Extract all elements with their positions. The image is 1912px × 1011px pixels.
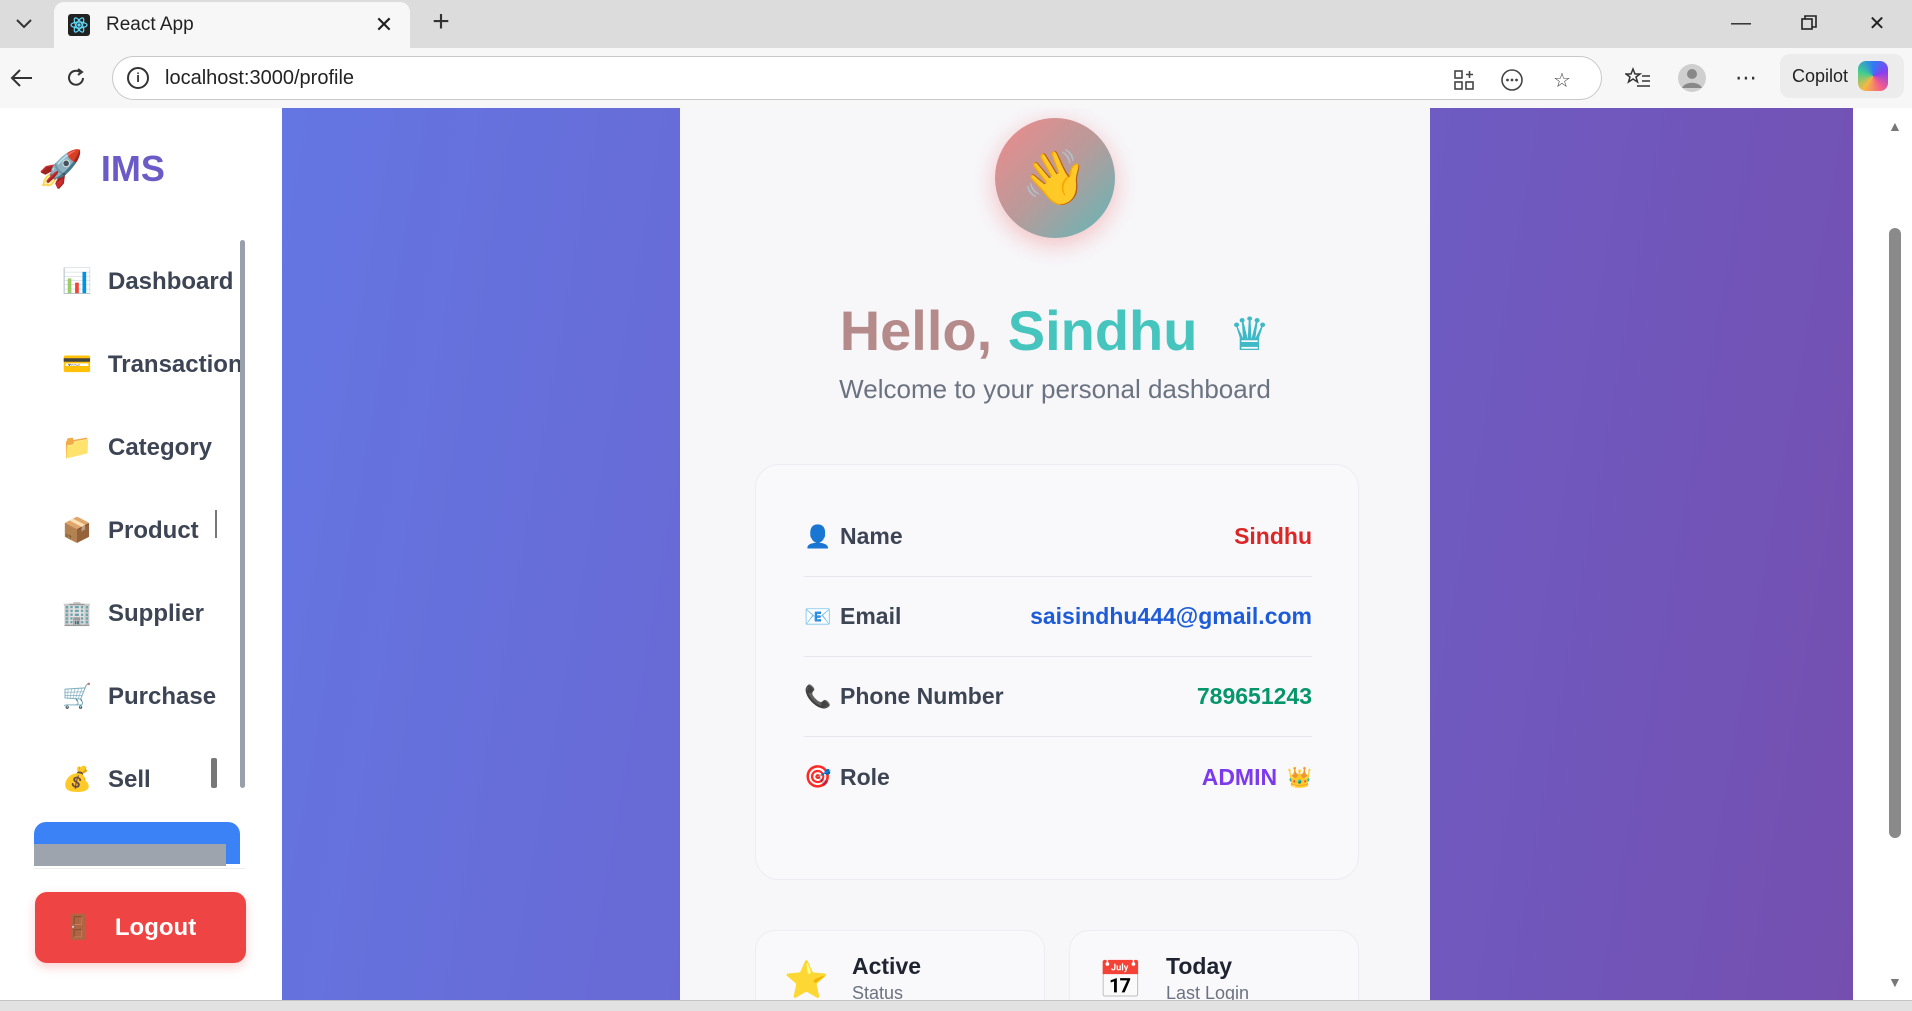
- greeting-hello: Hello,: [839, 299, 993, 362]
- sidebar-drag-handle[interactable]: [211, 758, 217, 788]
- sidebar-item-category[interactable]: 📁 Category: [62, 406, 242, 489]
- info-row-email: 📧 Email saisindhu444@gmail.com: [804, 577, 1312, 657]
- info-row-role: 🎯 Role ADMIN 👑: [804, 737, 1312, 817]
- sidebar-item-label: Supplier: [108, 599, 205, 627]
- sidebar-divider: [34, 868, 246, 869]
- sidebar-item-label: Product: [108, 516, 199, 544]
- stat-subtitle: Last Login: [1166, 983, 1250, 1000]
- copilot-label: Copilot: [1792, 65, 1849, 86]
- sidebar-item-label: Transaction: [107, 350, 242, 378]
- window-bottom-edge: [0, 1000, 1912, 1011]
- greeting-name: Sindhu: [1007, 299, 1198, 362]
- page-viewport: 🚀 IMS 📊 Dashboard 💳 Transaction 📁 Catego…: [0, 108, 1912, 1000]
- sidebar: 🚀 IMS 📊 Dashboard 💳 Transaction 📁 Catego…: [0, 108, 282, 1000]
- info-row-phone: 📞 Phone Number 789651243: [804, 657, 1312, 737]
- site-info-icon[interactable]: i: [127, 67, 149, 89]
- waving-hand-icon: 👋: [1021, 147, 1089, 208]
- welcome-text: Welcome to your personal dashboard: [839, 374, 1271, 404]
- browser-tab-bar: React App ✕ + — ✕: [0, 0, 1912, 48]
- package-icon: 📦: [62, 517, 92, 544]
- favorite-star-icon[interactable]: ☆: [1549, 67, 1575, 93]
- minimize-icon[interactable]: —: [1716, 8, 1766, 38]
- more-circle-icon[interactable]: [1499, 67, 1525, 93]
- crown-icon: 👑: [1287, 766, 1312, 789]
- new-tab-plus-icon[interactable]: +: [424, 6, 458, 40]
- bar-chart-icon: 📊: [62, 268, 92, 295]
- profile-card: 👋 Hello, Sindhu ♛ Welcome to your person…: [680, 108, 1430, 1000]
- info-label: Name: [840, 523, 903, 549]
- info-label: Role: [840, 763, 890, 790]
- info-value: 789651243: [1196, 683, 1312, 709]
- sidebar-item-dashboard[interactable]: 📊 Dashboard: [62, 240, 242, 323]
- logout-label: Logout: [114, 913, 197, 941]
- refresh-icon[interactable]: [60, 62, 92, 94]
- door-icon: 🚪: [63, 914, 93, 941]
- favorites-list-icon[interactable]: [1622, 62, 1654, 94]
- person-icon: 👤: [804, 523, 832, 549]
- profile-avatar-icon[interactable]: [1676, 62, 1708, 94]
- app-grid-icon[interactable]: [1451, 67, 1477, 93]
- restore-icon[interactable]: [1784, 8, 1834, 38]
- browser-tab[interactable]: React App ✕: [54, 2, 410, 48]
- main-content: 👋 Hello, Sindhu ♛ Welcome to your person…: [282, 108, 1853, 1000]
- info-value: saisindhu444@gmail.com: [1030, 603, 1312, 629]
- sidebar-item-label: Purchase: [108, 682, 217, 710]
- credit-card-icon: 💳: [62, 351, 92, 378]
- tab-close-icon[interactable]: ✕: [372, 12, 396, 38]
- rocket-icon: 🚀: [38, 148, 83, 189]
- react-favicon-icon: [68, 14, 90, 36]
- building-icon: 🏢: [62, 600, 92, 627]
- sidebar-item-purchase[interactable]: 🛒 Purchase: [62, 655, 242, 738]
- close-window-icon[interactable]: ✕: [1852, 8, 1902, 38]
- shopping-cart-icon: 🛒: [62, 683, 92, 710]
- brand-name: IMS: [100, 148, 165, 189]
- page-scrollbar[interactable]: ▲ ▼: [1853, 108, 1912, 1000]
- sidebar-item-label: Dashboard: [108, 267, 234, 295]
- sidebar-horizontal-scrollbar[interactable]: [34, 844, 226, 866]
- copilot-logo-icon: [1858, 61, 1889, 91]
- stat-card-status: ⭐ Active Status: [755, 930, 1045, 1000]
- waving-hand-avatar: 👋: [995, 118, 1115, 238]
- browser-toolbar: i localhost:3000/profile ☆ ⋯ Copilot: [0, 48, 1912, 108]
- info-label: Email: [840, 603, 902, 629]
- sidebar-scrollbar[interactable]: [240, 240, 245, 788]
- tab-actions-chevron-icon[interactable]: [10, 10, 38, 38]
- logout-button[interactable]: 🚪 Logout: [35, 892, 246, 963]
- target-icon: 🎯: [804, 764, 832, 789]
- stat-title: Today: [1166, 953, 1233, 979]
- sidebar-item-label: Sell: [108, 765, 151, 793]
- star-icon: ⭐: [784, 959, 829, 1000]
- info-value: Sindhu: [1234, 523, 1312, 549]
- copilot-button[interactable]: Copilot: [1780, 54, 1904, 98]
- tab-title: React App: [106, 14, 194, 35]
- profile-info-card: 👤 Name Sindhu 📧 Email saisindhu444@gmail…: [755, 464, 1359, 880]
- scroll-up-arrow-icon[interactable]: ▲: [1888, 118, 1902, 134]
- sidebar-item-label: Category: [108, 433, 213, 461]
- back-arrow-icon[interactable]: [6, 62, 38, 94]
- greeting-heading: Hello, Sindhu ♛: [680, 298, 1430, 363]
- info-row-name: 👤 Name Sindhu: [804, 497, 1312, 577]
- scrollbar-thumb[interactable]: [1889, 228, 1901, 838]
- text-caret: [215, 510, 217, 538]
- info-value: ADMIN: [1201, 763, 1278, 790]
- stat-subtitle: Status: [852, 983, 904, 1000]
- address-bar[interactable]: i localhost:3000/profile ☆: [112, 56, 1602, 100]
- scroll-down-arrow-icon[interactable]: ▼: [1888, 974, 1902, 990]
- folder-icon: 📁: [62, 434, 92, 461]
- info-label: Phone Number: [840, 683, 1004, 709]
- sidebar-item-supplier[interactable]: 🏢 Supplier: [62, 572, 242, 655]
- more-menu-icon[interactable]: ⋯: [1730, 62, 1762, 94]
- url-text[interactable]: localhost:3000/profile: [165, 67, 354, 90]
- email-icon: 📧: [804, 603, 832, 629]
- sidebar-item-transaction[interactable]: 💳 Transaction: [62, 323, 242, 406]
- stat-card-last-login: 📅 Today Last Login: [1069, 930, 1359, 1000]
- stat-title: Active: [852, 953, 922, 979]
- calendar-icon: 📅: [1098, 959, 1143, 1000]
- money-bag-icon: 💰: [62, 766, 92, 793]
- brand-logo[interactable]: 🚀 IMS: [38, 148, 165, 190]
- crown-icon: ♛: [1229, 308, 1271, 360]
- phone-icon: 📞: [804, 683, 832, 709]
